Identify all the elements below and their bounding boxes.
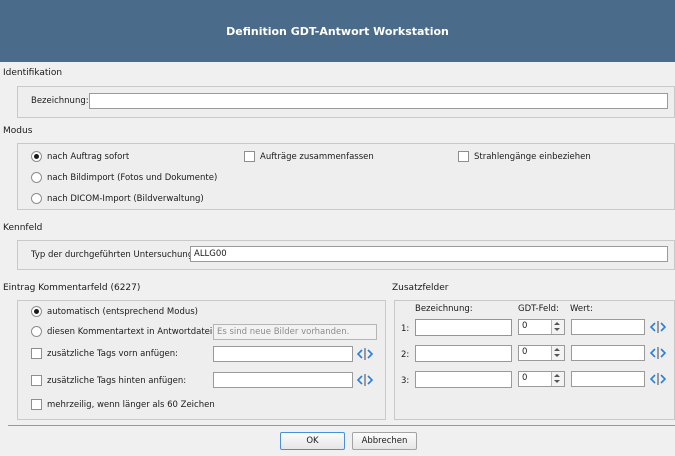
gdt-feld-spinner[interactable]: 0 bbox=[518, 319, 565, 335]
zusatz-wert-input[interactable] bbox=[571, 345, 645, 361]
bezeichnung-input[interactable] bbox=[89, 93, 668, 109]
checkbox-mehrzeilig-label: mehrzeilig, wenn länger als 60 Zeichen bbox=[47, 400, 215, 410]
spinner-arrows-icon[interactable] bbox=[551, 320, 564, 334]
row-number: 1: bbox=[401, 324, 410, 334]
bezeichnung-label: Bezeichnung: bbox=[31, 96, 89, 106]
tag-picker-icon[interactable] bbox=[650, 372, 666, 386]
section-kennfeld: Kennfeld bbox=[3, 223, 43, 233]
tags-vorn-input[interactable] bbox=[213, 346, 353, 362]
radio-kommentartext-label: diesen Kommentartext in Antwortdatei: bbox=[47, 327, 216, 337]
footer-separator bbox=[8, 425, 675, 426]
zusatz-wert-input[interactable] bbox=[571, 319, 645, 335]
radio-nach-bildimport[interactable] bbox=[31, 172, 42, 183]
tag-picker-icon[interactable] bbox=[357, 347, 373, 361]
tag-picker-icon[interactable] bbox=[357, 373, 373, 387]
typ-label: Typ der durchgeführten Untersuchung: bbox=[31, 250, 197, 260]
zusatz-bezeichnung-input[interactable] bbox=[415, 319, 512, 336]
section-identifikation: Identifikation bbox=[3, 68, 63, 78]
section-modus: Modus bbox=[3, 126, 33, 136]
checkbox-tags-vorn-label: zusätzliche Tags vorn anfügen: bbox=[47, 349, 179, 359]
tags-hinten-input[interactable] bbox=[213, 372, 353, 388]
window-title: Definition GDT-Antwort Workstation bbox=[226, 24, 449, 38]
col-gdt-feld: GDT-Feld: bbox=[518, 304, 559, 314]
checkbox-auftraege[interactable] bbox=[244, 151, 255, 162]
typ-input[interactable]: ALLG00 bbox=[190, 246, 668, 262]
tag-picker-icon[interactable] bbox=[650, 346, 666, 360]
radio-nach-bildimport-label: nach Bildimport (Fotos und Dokumente) bbox=[47, 173, 218, 183]
checkbox-tags-hinten[interactable] bbox=[31, 375, 42, 386]
radio-automatisch[interactable] bbox=[31, 306, 42, 317]
radio-nach-dicom[interactable] bbox=[31, 193, 42, 204]
checkbox-auftraege-label: Aufträge zusammenfassen bbox=[260, 152, 374, 162]
kommentar-input[interactable]: Es sind neue Bilder vorhanden. bbox=[213, 324, 377, 340]
radio-automatisch-label: automatisch (entsprechend Modus) bbox=[47, 307, 198, 317]
radio-nach-auftrag-label: nach Auftrag sofort bbox=[47, 152, 130, 162]
row-number: 3: bbox=[401, 376, 410, 386]
checkbox-tags-vorn[interactable] bbox=[31, 348, 42, 359]
radio-nach-dicom-label: nach DICOM-Import (Bildverwaltung) bbox=[47, 194, 204, 204]
checkbox-strahlengaenge[interactable] bbox=[458, 151, 469, 162]
ok-button[interactable]: OK bbox=[280, 432, 345, 450]
section-eintrag: Eintrag Kommentarfeld (6227) bbox=[3, 283, 141, 293]
title-bar: Definition GDT-Antwort Workstation bbox=[0, 0, 675, 62]
gdt-feld-spinner[interactable]: 0 bbox=[518, 371, 565, 387]
checkbox-mehrzeilig[interactable] bbox=[31, 399, 42, 410]
radio-nach-auftrag[interactable] bbox=[31, 151, 42, 162]
spinner-arrows-icon[interactable] bbox=[551, 372, 564, 386]
tag-picker-icon[interactable] bbox=[650, 320, 666, 334]
col-wert: Wert: bbox=[570, 304, 593, 314]
section-zusatzfelder: Zusatzfelder bbox=[392, 283, 449, 293]
gdt-feld-spinner[interactable]: 0 bbox=[518, 345, 565, 361]
radio-kommentartext[interactable] bbox=[31, 326, 42, 337]
checkbox-tags-hinten-label: zusätzliche Tags hinten anfügen: bbox=[47, 376, 187, 386]
spinner-arrows-icon[interactable] bbox=[551, 346, 564, 360]
zusatz-bezeichnung-input[interactable] bbox=[415, 371, 512, 388]
zusatz-wert-input[interactable] bbox=[571, 371, 645, 387]
col-bezeichnung: Bezeichnung: bbox=[415, 304, 473, 314]
row-number: 2: bbox=[401, 350, 410, 360]
checkbox-strahlengaenge-label: Strahlengänge einbeziehen bbox=[474, 152, 591, 162]
cancel-button[interactable]: Abbrechen bbox=[352, 432, 417, 450]
zusatz-bezeichnung-input[interactable] bbox=[415, 345, 512, 362]
